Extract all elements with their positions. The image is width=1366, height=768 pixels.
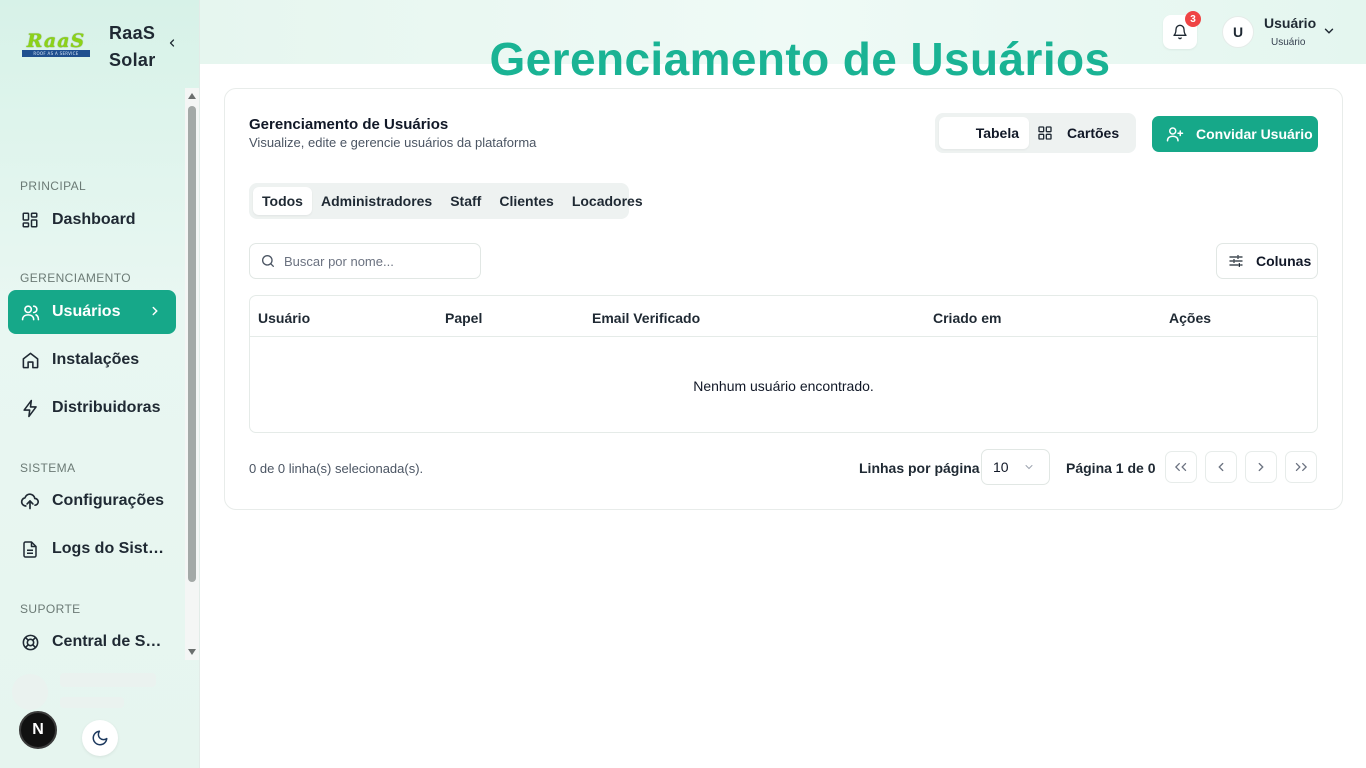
logo-wordmark: RaaS <box>26 29 86 52</box>
user-name[interactable]: Usuário <box>1264 15 1316 31</box>
moon-icon <box>92 730 108 746</box>
view-toggle: Tabela Cartões <box>935 113 1136 153</box>
last-page-button[interactable] <box>1285 451 1317 483</box>
view-table-label: Tabela <box>975 125 1019 141</box>
chevron-right-icon <box>148 304 162 323</box>
column-header-usuario[interactable]: Usuário <box>258 310 310 326</box>
brand-name-line2: Solar <box>109 50 156 70</box>
columns-label: Colunas <box>1256 253 1312 269</box>
chevrons-right-icon <box>1295 462 1308 472</box>
column-header-acoes: Ações <box>1169 310 1212 326</box>
sidebar-item-logs[interactable]: Logs do Sistema <box>8 527 176 571</box>
sidebar-item-label: Dashboard <box>52 211 136 228</box>
column-header-email-verificado[interactable]: Email Verificado <box>592 310 700 326</box>
home-icon <box>20 350 40 370</box>
scroll-up-arrow[interactable] <box>187 91 197 101</box>
section-label-sistema: SISTEMA <box>20 461 76 475</box>
page-indicator: Página 1 de 0 <box>1066 460 1156 476</box>
rows-per-page-select[interactable]: 10 <box>981 449 1050 485</box>
sidebar-item-instalacoes[interactable]: Instalações <box>8 338 176 382</box>
sidebar-item-configuracoes[interactable]: Configurações <box>8 479 176 523</box>
chevron-down-icon <box>1023 461 1035 473</box>
card-title: Gerenciamento de Usuários <box>249 116 449 133</box>
tab-staff[interactable]: Staff <box>441 187 490 215</box>
chevrons-left-icon <box>1174 462 1187 472</box>
user-menu-toggle[interactable] <box>1322 24 1336 43</box>
lifebuoy-icon <box>20 632 40 652</box>
dashboard-icon <box>20 210 40 230</box>
sidebar-item-label: Usuários <box>52 303 121 320</box>
page-heading-text: Gerenciamento de Usuários <box>489 33 1111 85</box>
logo-image: RaaS ROOF AS A SERVICE <box>22 29 90 59</box>
empty-state-message: Nenhum usuário encontrado. <box>693 378 874 394</box>
sidebar: RaaS ROOF AS A SERVICE RaaS Solar PRINCI… <box>0 0 200 768</box>
users-table: Usuário Papel Email Verificado Criado em… <box>249 295 1318 433</box>
selection-count: 0 de 0 linha(s) selecionada(s). <box>249 461 424 476</box>
chevron-left-icon <box>169 39 175 47</box>
role-filter-tabs: Todos Administradores Staff Clientes Loc… <box>249 183 643 219</box>
section-label-suporte: SUPORTE <box>20 602 81 616</box>
users-icon <box>20 302 40 322</box>
sliders-icon <box>1228 253 1244 269</box>
column-header-criado-em[interactable]: Criado em <box>933 310 1001 326</box>
view-table-button[interactable]: Tabela <box>939 117 1029 149</box>
sidebar-item-dashboard[interactable]: Dashboard <box>8 198 176 242</box>
user-skeleton-line <box>60 697 124 708</box>
invite-user-label: Convidar Usuário <box>1196 126 1313 142</box>
sidebar-item-label: Distribuidoras <box>52 399 161 416</box>
sidebar-item-label: Logs do Sistema <box>52 540 164 557</box>
sidebar-item-label: Instalações <box>52 351 140 368</box>
table-header-divider <box>250 336 1317 337</box>
search-icon <box>262 254 274 267</box>
zap-icon <box>20 398 40 418</box>
bell-icon <box>1173 24 1187 40</box>
tab-todos[interactable]: Todos <box>253 187 312 215</box>
chevron-down-icon <box>1324 28 1334 34</box>
user-skeleton-avatar <box>12 674 48 710</box>
chevron-left-icon <box>1218 462 1224 472</box>
brand-name: RaaS Solar <box>109 20 159 74</box>
scroll-thumb[interactable] <box>188 106 196 582</box>
view-cards-button[interactable]: Cartões <box>1029 117 1131 149</box>
brand-name-line1: RaaS <box>109 23 156 43</box>
rows-per-page-label: Linhas por página <box>859 460 980 476</box>
file-text-icon <box>20 539 40 559</box>
section-label-principal: PRINCIPAL <box>20 179 87 193</box>
logo-tagline: ROOF AS A SERVICE <box>22 49 90 57</box>
sidebar-item-distribuidoras[interactable]: Distribuidoras <box>8 386 176 430</box>
invite-user-button[interactable]: Convidar Usuário <box>1152 116 1318 152</box>
scroll-down-arrow[interactable] <box>187 647 197 657</box>
columns-button[interactable]: Colunas <box>1216 243 1318 279</box>
cloud-upload-icon <box>20 491 40 511</box>
section-label-gerenciamento: GERENCIAMENTO <box>20 271 131 285</box>
rows-per-page-value: 10 <box>993 459 1009 475</box>
dev-tools-badge[interactable]: N <box>19 711 57 749</box>
view-cards-label: Cartões <box>1067 125 1120 141</box>
collapse-sidebar-button[interactable] <box>163 34 181 52</box>
next-page-button[interactable] <box>1245 451 1277 483</box>
previous-page-button[interactable] <box>1205 451 1237 483</box>
sidebar-item-label: Central de Suporte <box>52 633 164 650</box>
search-box <box>249 243 481 279</box>
tab-locadores[interactable]: Locadores <box>563 187 652 215</box>
sidebar-scrollbar[interactable] <box>185 88 199 660</box>
card-subtitle: Visualize, edite e gerencie usuários da … <box>249 135 537 150</box>
theme-toggle-button[interactable] <box>82 720 118 756</box>
sidebar-item-label: Configurações <box>52 492 164 509</box>
notification-count-badge: 3 <box>1185 11 1201 27</box>
user-plus-icon <box>1166 125 1184 143</box>
tab-clientes[interactable]: Clientes <box>490 187 562 215</box>
search-input[interactable] <box>284 253 474 269</box>
grid-icon <box>1037 125 1053 141</box>
first-page-button[interactable] <box>1165 451 1197 483</box>
chevron-right-icon <box>1258 462 1264 472</box>
user-role: Usuário <box>1271 37 1306 48</box>
tab-administradores[interactable]: Administradores <box>312 187 441 215</box>
sidebar-item-central-suporte[interactable]: Central de Suporte <box>8 620 176 664</box>
user-avatar[interactable]: U <box>1222 16 1254 48</box>
column-header-papel[interactable]: Papel <box>445 310 482 326</box>
sidebar-item-usuarios[interactable]: Usuários <box>8 290 176 334</box>
user-skeleton-line <box>60 673 156 687</box>
brand-logo[interactable]: RaaS ROOF AS A SERVICE <box>22 20 90 68</box>
